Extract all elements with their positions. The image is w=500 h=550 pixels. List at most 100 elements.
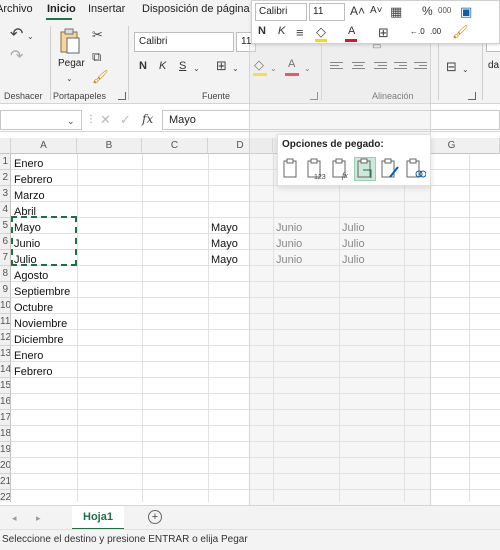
row-header[interactable]: 3 — [0, 186, 11, 202]
row-header[interactable]: 1 — [0, 154, 11, 170]
underline-icon[interactable]: S — [179, 60, 186, 72]
mini-size-select[interactable]: 11 — [309, 3, 345, 21]
row-header[interactable]: 7 — [0, 250, 11, 266]
row-header[interactable]: 2 — [0, 170, 11, 186]
svg-text:fx: fx — [342, 171, 348, 180]
row-header[interactable]: 8 — [0, 266, 11, 282]
cell-a9[interactable]: Septiembre — [11, 284, 77, 300]
add-sheet-icon[interactable]: + — [148, 510, 162, 524]
thousands-icon[interactable]: 000 — [438, 6, 451, 15]
tab-inicio[interactable]: Inicio — [47, 3, 76, 15]
cell-a14[interactable]: Febrero — [11, 364, 77, 380]
row-header[interactable]: 6 — [0, 234, 11, 250]
sheet-tab-hoja1[interactable]: Hoja1 — [72, 506, 124, 530]
cell-a11[interactable]: Noviembre — [11, 316, 77, 332]
mini-fill-icon[interactable]: ◇ — [316, 25, 326, 39]
row-header[interactable]: 4 — [0, 202, 11, 218]
paste-dropdown-icon[interactable]: ⌄ — [66, 72, 73, 86]
merge-center-icon[interactable]: ⊟ — [446, 60, 457, 74]
row-header[interactable]: 21 — [0, 474, 11, 490]
shrink-font-icon[interactable]: A˅ — [370, 5, 383, 16]
decrease-decimal-icon[interactable]: .00 — [430, 27, 441, 36]
prev-sheet-icon[interactable]: ◂ — [12, 511, 17, 525]
paste-transpose-icon[interactable] — [354, 157, 376, 181]
mini-borders-icon[interactable]: ⊞ — [378, 26, 389, 40]
mini-bold-icon[interactable]: N — [258, 25, 266, 37]
number-format-icon[interactable]: ▦ — [390, 5, 402, 19]
row-header[interactable]: 17 — [0, 410, 11, 426]
italic-icon[interactable]: K — [159, 60, 166, 72]
mini-font-color-icon[interactable]: A — [348, 25, 355, 37]
paste-options-title: Opciones de pegado: — [282, 139, 384, 150]
cell-a8[interactable]: Agosto — [11, 268, 77, 284]
cell-a1[interactable]: Enero — [11, 156, 77, 172]
row-header[interactable]: 18 — [0, 426, 11, 442]
cell-a2[interactable]: Febrero — [11, 172, 77, 188]
column-header-a[interactable]: A — [11, 138, 77, 154]
undo-icon[interactable]: ↶ — [10, 27, 23, 43]
bold-icon[interactable]: N — [139, 60, 147, 72]
column-header-c[interactable]: C — [142, 138, 208, 154]
increase-decimal-icon[interactable]: ←.0 — [410, 27, 425, 36]
row-header[interactable]: 14 — [0, 362, 11, 378]
row-header[interactable]: 11 — [0, 314, 11, 330]
mini-font-select[interactable]: Calibri — [255, 3, 307, 21]
mini-toolbar: Calibri 11 A˄ A˅ ▦ % 000 ▣ N K ≡ ◇ A ⊞ ←… — [251, 0, 500, 44]
next-sheet-icon[interactable]: ▸ — [36, 511, 41, 525]
alignment-launcher-icon[interactable] — [468, 92, 476, 100]
active-tab-indicator — [46, 18, 72, 20]
column-header-b[interactable]: B — [77, 138, 142, 154]
row-header[interactable]: 13 — [0, 346, 11, 362]
insert-function-icon[interactable]: fx — [142, 112, 153, 126]
tab-archivo[interactable]: Archivo — [0, 3, 33, 15]
row-header[interactable]: 12 — [0, 330, 11, 346]
paste-options-panel: Opciones de pegado: 123 fx — [277, 134, 431, 186]
merge-dropdown-icon[interactable]: ⌄ — [462, 63, 469, 77]
svg-text:123: 123 — [314, 174, 326, 181]
row-header[interactable]: 19 — [0, 442, 11, 458]
row-header[interactable]: 9 — [0, 282, 11, 298]
borders-dropdown-icon[interactable]: ⌄ — [232, 62, 239, 76]
redo-icon[interactable]: ↷ — [10, 49, 23, 65]
grow-font-icon[interactable]: A˄ — [350, 4, 365, 18]
cell-a12[interactable]: Diciembre — [11, 332, 77, 348]
name-box-dropdown-icon[interactable]: ⌄ — [67, 114, 75, 128]
format-painter-icon[interactable]: 🖌 — [92, 70, 109, 84]
row-header[interactable]: 20 — [0, 458, 11, 474]
mini-align-icon[interactable]: ≡ — [296, 26, 304, 40]
select-all-corner[interactable] — [0, 138, 11, 154]
cut-icon[interactable]: ✂ — [92, 28, 103, 42]
paste-option-icon[interactable] — [280, 157, 302, 181]
paste-formulas-icon[interactable]: fx — [330, 157, 352, 181]
mini-format-painter-icon[interactable]: 🖌 — [452, 25, 469, 39]
row-header[interactable]: 5 — [0, 218, 11, 234]
percent-icon[interactable]: % — [422, 4, 433, 18]
cell-a3[interactable]: Marzo — [11, 188, 77, 204]
paste-link-icon[interactable] — [404, 157, 427, 181]
tab-insertar[interactable]: Insertar — [88, 3, 125, 15]
underline-dropdown-icon[interactable]: ⌄ — [193, 62, 200, 76]
copy-icon[interactable]: ⧉ — [92, 50, 101, 64]
enter-icon[interactable]: ✓ — [120, 113, 131, 127]
row-header[interactable]: 22 — [0, 490, 11, 502]
row-header[interactable]: 15 — [0, 378, 11, 394]
cancel-icon[interactable]: ✕ — [100, 113, 111, 127]
tab-disposicion[interactable]: Disposición de página — [142, 3, 250, 15]
row-header[interactable]: 16 — [0, 394, 11, 410]
font-name-select[interactable]: Calibri — [134, 32, 234, 52]
edge-text: da — [488, 60, 500, 71]
name-box[interactable]: ⌄ — [0, 110, 82, 130]
paste-formatting-icon[interactable] — [379, 157, 401, 181]
clipboard-launcher-icon[interactable] — [118, 92, 126, 100]
undo-dropdown-icon[interactable]: ⌄ — [27, 30, 34, 44]
cell-a10[interactable]: Octubre — [11, 300, 77, 316]
borders-icon[interactable]: ⊞ — [216, 59, 227, 73]
paste-label[interactable]: Pegar — [58, 58, 85, 69]
format-table-icon[interactable]: ▣ — [460, 5, 472, 19]
paste-icon[interactable] — [58, 28, 82, 56]
clipboard-group-label: Portapapeles — [53, 91, 107, 101]
row-header[interactable]: 10 — [0, 298, 11, 314]
mini-italic-icon[interactable]: K — [278, 25, 285, 37]
cell-a13[interactable]: Enero — [11, 348, 77, 364]
paste-values-icon[interactable]: 123 — [305, 157, 327, 181]
